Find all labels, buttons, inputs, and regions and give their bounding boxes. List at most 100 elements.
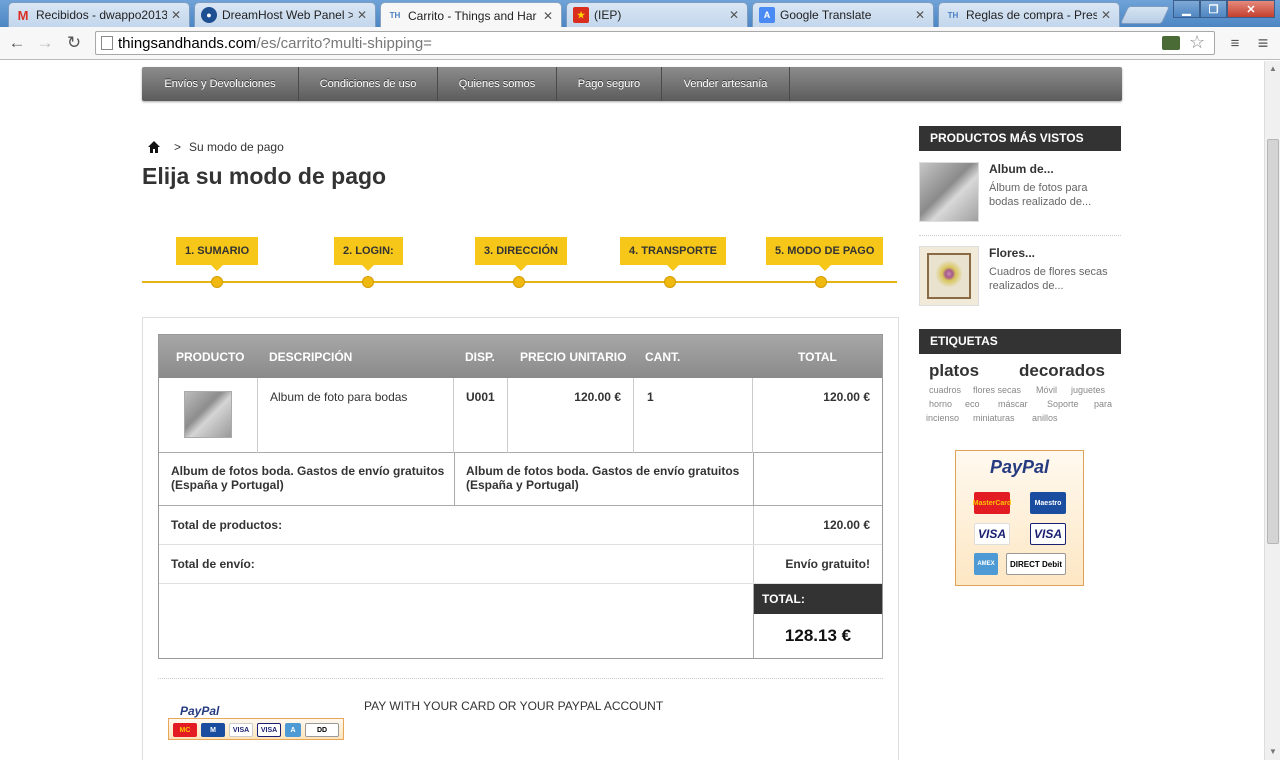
- header-unit-price: PRECIO UNITARIO: [520, 350, 627, 364]
- home-icon[interactable]: [148, 141, 160, 153]
- url-path: /es/carrito?multi-shipping=: [256, 34, 432, 52]
- close-tab-icon[interactable]: ✕: [729, 8, 741, 22]
- unit-price: 120.00 €: [574, 390, 621, 404]
- th-icon: TH: [389, 11, 401, 20]
- reload-icon[interactable]: ↻: [63, 32, 85, 54]
- breadcrumb-separator: >: [174, 140, 182, 154]
- new-tab-button[interactable]: [1119, 6, 1171, 24]
- address-bar[interactable]: thingsandhands.com/es/carrito?multi-ship…: [95, 31, 1215, 55]
- product-name[interactable]: Album de foto para bodas: [270, 390, 407, 404]
- tag-link[interactable]: platos: [929, 361, 979, 381]
- tab-title: Reglas de compra - Prest: [966, 8, 1097, 22]
- step-login[interactable]: 2. LOGIN:: [334, 237, 403, 271]
- step-transporte[interactable]: 4. TRANSPORTE: [620, 237, 727, 271]
- header-product: PRODUCTO: [176, 350, 245, 364]
- paypal-payment-button[interactable]: PayPal MC M VISA VISA A DD: [158, 699, 354, 747]
- step-modo-de-pago: 5. MODO DE PAGO: [766, 237, 884, 271]
- forward-icon[interactable]: →: [34, 32, 56, 54]
- back-icon[interactable]: ←: [6, 32, 28, 54]
- nav-quienes-somos[interactable]: Quienes somos: [438, 67, 557, 101]
- step-sumario[interactable]: 1. SUMARIO: [176, 237, 259, 271]
- scroll-up-icon[interactable]: ▲: [1268, 64, 1278, 74]
- visa-electron-icon: VISA: [257, 723, 281, 737]
- tab-strip: M Recibidos - dwappo2013 ✕ ● DreamHost W…: [0, 0, 1280, 28]
- delivery-desc-right: Album de fotos boda. Gastos de envío gra…: [466, 464, 740, 492]
- tag-link[interactable]: Soporte: [1047, 399, 1079, 409]
- divider: [753, 506, 754, 544]
- bookmark-star-icon[interactable]: ☆: [1189, 32, 1205, 53]
- unit-price-cell: 120.00 €: [508, 378, 634, 453]
- most-viewed-item-title[interactable]: Album de...: [989, 162, 1054, 176]
- divider: [753, 453, 754, 505]
- most-viewed-item-desc: Álbum de fotos para bodas realizado de..…: [989, 182, 1092, 208]
- tag-link[interactable]: anillos: [1032, 413, 1058, 423]
- close-tab-icon[interactable]: ✕: [543, 9, 555, 23]
- nav-condiciones[interactable]: Condiciones de uso: [299, 67, 438, 101]
- tab-iep[interactable]: ★ (IEP) ✕: [566, 2, 748, 27]
- tag-link[interactable]: incienso: [926, 413, 959, 423]
- menu-icon[interactable]: ≡: [1252, 32, 1274, 54]
- table-row: Total de envío: Envío gratuito!: [159, 545, 882, 584]
- tag-link[interactable]: flores secas: [973, 385, 1021, 395]
- tag-link[interactable]: máscar: [998, 399, 1028, 409]
- availability-cell: U001: [454, 378, 508, 453]
- most-viewed-item[interactable]: Flores... Cuadros de flores secas realiz…: [919, 246, 1121, 310]
- quantity-cell: 1: [634, 378, 753, 453]
- quantity: 1: [647, 390, 654, 404]
- gmail-icon: M: [17, 7, 29, 23]
- tab-title: DreamHost Web Panel >: [222, 8, 353, 22]
- nav-pago-seguro[interactable]: Pago seguro: [557, 67, 662, 101]
- total-cell: 120.00 €: [753, 378, 882, 453]
- minimize-icon[interactable]: ▁: [1173, 0, 1200, 18]
- vertical-scrollbar[interactable]: ▲ ▼: [1264, 61, 1280, 760]
- tag-link[interactable]: cuadros: [929, 385, 961, 395]
- header-availability: DISP.: [465, 350, 495, 364]
- close-tab-icon[interactable]: ✕: [1101, 8, 1113, 22]
- tab-reglas[interactable]: TH Reglas de compra - Prest ✕: [938, 2, 1120, 27]
- page-icon: [101, 36, 113, 50]
- mastercard-icon: MasterCard: [973, 492, 1011, 514]
- scroll-down-icon[interactable]: ▼: [1268, 747, 1278, 757]
- tab-carrito[interactable]: TH Carrito - Things and Har ✕: [380, 2, 562, 28]
- nav-vender-artesania[interactable]: Vender artesanía: [662, 67, 790, 101]
- extensions-icon[interactable]: ≡: [1224, 32, 1246, 54]
- tag-link[interactable]: eco: [965, 399, 980, 409]
- restore-icon[interactable]: ❐: [1200, 0, 1227, 18]
- paypal-option-text[interactable]: PAY WITH YOUR CARD OR YOUR PAYPAL ACCOUN…: [364, 699, 663, 713]
- close-tab-icon[interactable]: ✕: [171, 8, 183, 22]
- table-row: Album de foto para bodas U001 120.00 € 1…: [159, 378, 882, 453]
- paypal-badge[interactable]: PayPal MasterCard Maestro VISA VISA AMEX…: [955, 450, 1084, 586]
- tag-link[interactable]: decorados: [1019, 361, 1105, 381]
- nav-envios[interactable]: Envíos y Devoluciones: [142, 67, 299, 101]
- tag-link[interactable]: juguetes: [1071, 385, 1105, 395]
- breadcrumb-current: Su modo de pago: [189, 140, 284, 154]
- flowers-thumbnail[interactable]: [919, 246, 979, 306]
- tag-link[interactable]: miniaturas: [973, 413, 1015, 423]
- tab-title: Google Translate: [780, 8, 872, 22]
- most-viewed-item-desc: Cuadros de flores secas realizados de...: [989, 266, 1108, 292]
- tag-link[interactable]: Móvil: [1036, 385, 1057, 395]
- url-host: thingsandhands.com: [118, 34, 257, 52]
- scrollbar-thumb[interactable]: [1267, 139, 1279, 544]
- tab-dreamhost[interactable]: ● DreamHost Web Panel > ✕: [194, 2, 376, 27]
- paypal-logo-text: PayPal: [989, 457, 1050, 477]
- header-description: DESCRIPCIÓN: [269, 350, 353, 364]
- tab-google-translate[interactable]: A Google Translate ✕: [752, 2, 934, 27]
- cart-table: PRODUCTO DESCRIPCIÓN DISP. PRECIO UNITAR…: [158, 334, 883, 659]
- tag-link[interactable]: para: [1094, 399, 1112, 409]
- most-viewed-item[interactable]: Album de... Álbum de fotos para bodas re…: [919, 162, 1121, 236]
- step-dot: [362, 276, 374, 288]
- album-thumbnail[interactable]: [919, 162, 979, 222]
- product-thumbnail[interactable]: [184, 391, 232, 438]
- step-direccion[interactable]: 3. DIRECCIÓN: [475, 237, 567, 271]
- most-viewed-item-title[interactable]: Flores...: [989, 246, 1035, 260]
- th-icon: TH: [947, 10, 959, 20]
- tag-link[interactable]: horno: [929, 399, 952, 409]
- close-window-icon[interactable]: ✕: [1227, 0, 1275, 18]
- translate-page-icon[interactable]: [1162, 36, 1180, 50]
- close-tab-icon[interactable]: ✕: [915, 8, 927, 22]
- breadcrumb: > Su modo de pago: [148, 140, 284, 154]
- visa-icon: VISA: [229, 723, 253, 737]
- close-tab-icon[interactable]: ✕: [357, 8, 369, 22]
- tab-gmail[interactable]: M Recibidos - dwappo2013 ✕: [8, 2, 190, 27]
